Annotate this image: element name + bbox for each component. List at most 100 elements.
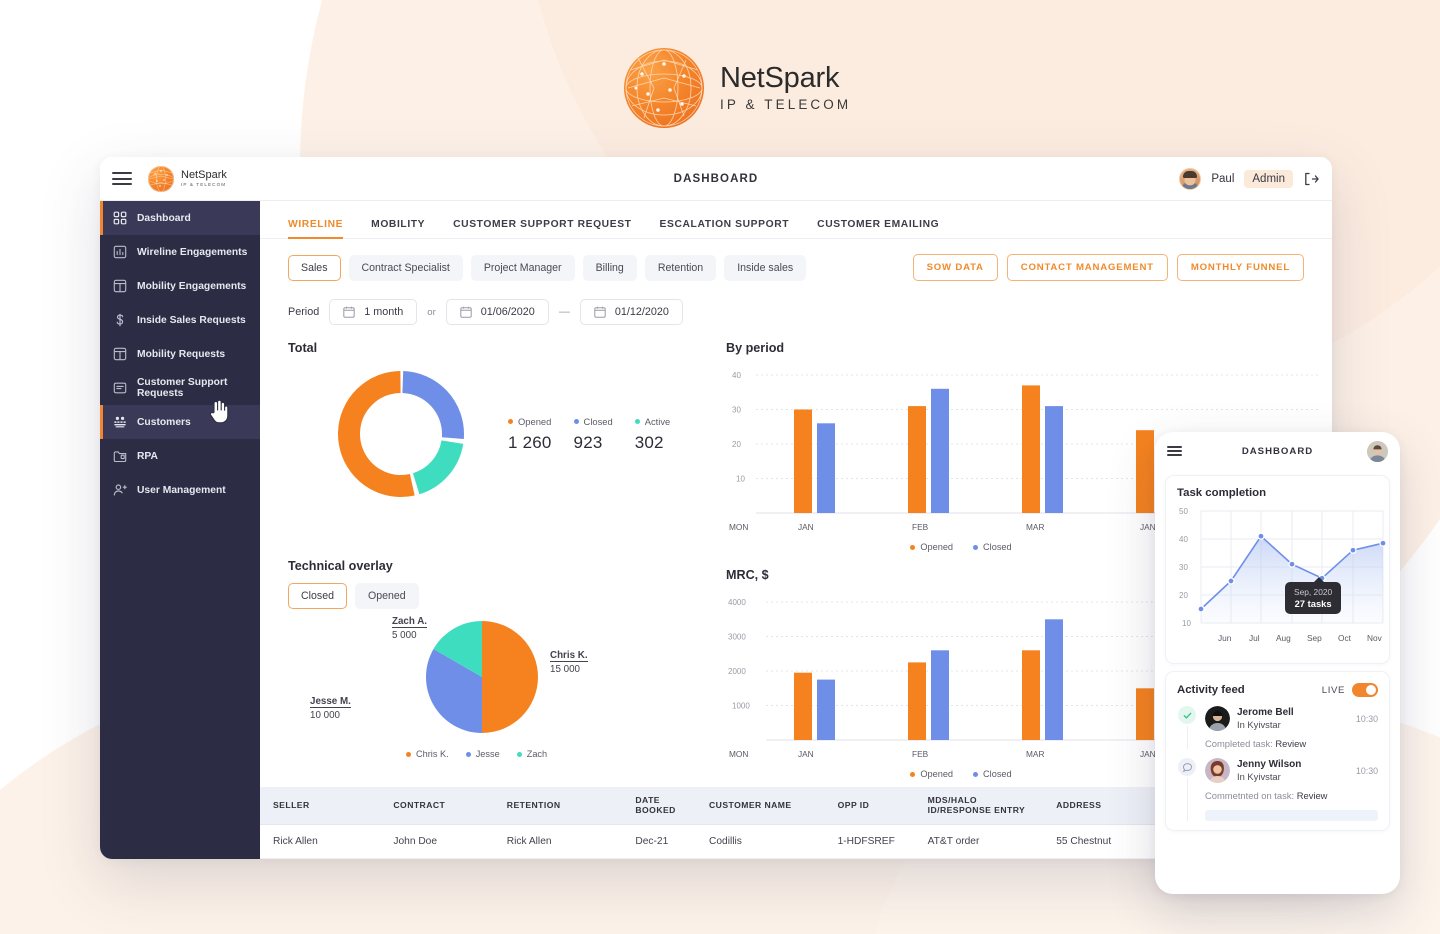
- bar-chart-icon: [113, 245, 127, 259]
- pie-label-jesse: Jesse M. 10 000: [310, 695, 351, 723]
- live-toggle[interactable]: [1352, 683, 1378, 697]
- period-preset-select[interactable]: 1 month: [329, 299, 418, 325]
- svg-text:4000: 4000: [728, 598, 746, 607]
- sidebar-item-label: Customers: [137, 416, 191, 428]
- chip-sales[interactable]: Sales: [288, 254, 341, 281]
- sidebar-item-label: Customer Support Requests: [137, 377, 228, 399]
- date-range-separator: —: [558, 306, 570, 318]
- legend-dot: [973, 544, 979, 550]
- tab-customer-support-request[interactable]: CUSTOMER SUPPORT REQUEST: [453, 219, 631, 238]
- legend-label: Active: [644, 415, 671, 427]
- chip-inside-sales[interactable]: Inside sales: [724, 254, 807, 281]
- col-opp-id[interactable]: OPP ID: [824, 786, 915, 825]
- tab-customer-emailing[interactable]: CUSTOMER EMAILING: [817, 219, 939, 238]
- calendar-icon: [594, 306, 606, 318]
- legend-dot: [573, 418, 579, 424]
- date-from-input[interactable]: 01/06/2020: [445, 299, 549, 325]
- by-period-title: By period: [726, 341, 785, 355]
- legend-opened: Opened: [910, 769, 953, 779]
- activity-item[interactable]: Jenny Wilson In Kyivstar 10:30 Commetnte…: [1177, 758, 1378, 822]
- col-customer-name[interactable]: CUSTOMER NAME: [696, 786, 825, 825]
- pie-label-name: Zach A.: [392, 616, 428, 628]
- robot-folder-icon: [113, 449, 127, 463]
- pie-label-chris: Chris K. 15 000: [550, 649, 588, 677]
- col-mds-halo-id[interactable]: MDS/HALO ID/RESPONSE ENTRY: [914, 786, 1044, 825]
- sidebar-item-customers[interactable]: Customers: [100, 405, 260, 439]
- toggle-opened[interactable]: Opened: [354, 583, 419, 609]
- tab-mobility[interactable]: MOBILITY: [371, 219, 425, 238]
- col-contract[interactable]: CONTRACT: [380, 786, 494, 825]
- chip-contract-specialist[interactable]: Contract Specialist: [348, 254, 463, 281]
- chip-billing[interactable]: Billing: [582, 254, 637, 281]
- activity-rail: [1177, 706, 1197, 750]
- monthly-funnel-button[interactable]: MONTHLY FUNNEL: [1176, 254, 1304, 281]
- sidebar-item-mobility-engagements[interactable]: Mobility Engagements: [100, 269, 260, 303]
- period-or-label: or: [427, 306, 436, 318]
- activity-rail: [1177, 758, 1197, 822]
- cell-customer-name: Codillis: [696, 824, 825, 859]
- sidebar-item-label: Wireline Engagements: [137, 246, 248, 258]
- pie-label-zach: Zach A. 5 000: [392, 615, 428, 643]
- toggle-closed[interactable]: Closed: [288, 583, 347, 609]
- svg-text:Oct: Oct: [1338, 633, 1352, 643]
- activity-body: Jenny Wilson In Kyivstar 10:30 Commetnte…: [1205, 758, 1378, 822]
- app-header: NetSpark IP & TELECOM DASHBOARD Paul Adm…: [100, 157, 1332, 201]
- legend-zach: Zach: [516, 749, 547, 759]
- activity-user-name: Jenny Wilson: [1237, 759, 1302, 771]
- sidebar-item-wireline-engagements[interactable]: Wireline Engagements: [100, 235, 260, 269]
- activity-item[interactable]: Jerome Bell In Kyivstar 10:30 Completed …: [1177, 706, 1378, 750]
- cell-mds-halo-id: AT&T order: [914, 824, 1044, 859]
- contact-management-button[interactable]: CONTACT MANAGEMENT: [1006, 254, 1168, 281]
- sidebar-item-mobility-requests[interactable]: Mobility Requests: [100, 337, 260, 371]
- screenshot-root: NetSpark IP & TELECOM NetSpark IP & TELE…: [0, 0, 1440, 934]
- chart-tooltip: Sep, 2020 27 tasks: [1285, 577, 1342, 614]
- sidebar: Dashboard Wireline Engagements Mobility …: [100, 201, 260, 859]
- activity-action-text: Commetnted on task:: [1205, 790, 1295, 802]
- sidebar-item-dashboard[interactable]: Dashboard: [100, 201, 260, 235]
- date-from-value: 01/06/2020: [480, 306, 535, 318]
- check-circle-icon: [1178, 706, 1196, 724]
- legend-dot: [910, 771, 916, 777]
- task-completion-chart: 50 40 30 20 10 Jun Jul Aug Sep Oct Nov: [1179, 507, 1387, 643]
- activity-time: 10:30: [1355, 713, 1378, 724]
- sidebar-item-inside-sales-requests[interactable]: Inside Sales Requests: [100, 303, 260, 337]
- avatar[interactable]: [1367, 440, 1388, 462]
- tab-wireline[interactable]: WIRELINE: [288, 219, 344, 239]
- col-seller[interactable]: SELLER: [260, 786, 381, 825]
- svg-text:1000: 1000: [732, 702, 750, 711]
- chip-project-manager[interactable]: Project Manager: [470, 254, 575, 281]
- col-date-booked[interactable]: DATE BOOKED: [622, 786, 697, 825]
- svg-text:Aug: Aug: [1276, 633, 1291, 643]
- date-to-input[interactable]: 01/12/2020: [579, 299, 683, 325]
- task-completion-title: Task completion: [1177, 487, 1267, 499]
- mrc-legend: Opened Closed: [726, 769, 1196, 779]
- svg-text:JAN: JAN: [1140, 522, 1156, 532]
- sidebar-item-rpa[interactable]: RPA: [100, 439, 260, 473]
- col-retention[interactable]: RETENTION: [493, 786, 623, 825]
- svg-text:MON: MON: [729, 522, 748, 532]
- sidebar-item-user-management[interactable]: User Management: [100, 473, 260, 507]
- svg-text:30: 30: [1179, 563, 1188, 572]
- avatar: [1205, 706, 1230, 732]
- activity-feed-title: Activity feed: [1177, 684, 1245, 696]
- legend-active: Active 302: [634, 415, 671, 453]
- app-window: NetSpark IP & TELECOM DASHBOARD Paul Adm…: [100, 157, 1332, 859]
- activity-target[interactable]: Review: [1275, 738, 1306, 749]
- col-address[interactable]: ADDRESS: [1043, 786, 1171, 825]
- sidebar-item-label: Mobility Requests: [137, 348, 226, 360]
- tab-bar: WIRELINE MOBILITY CUSTOMER SUPPORT REQUE…: [260, 201, 1332, 239]
- cell-opp-id: 1-HDFSREF: [824, 824, 915, 859]
- activity-target[interactable]: Review: [1297, 790, 1328, 801]
- legend-closed: Closed 923: [573, 416, 613, 453]
- sidebar-item-customer-support-requests[interactable]: Customer Support Requests: [100, 371, 260, 405]
- svg-text:JAN: JAN: [1140, 749, 1156, 759]
- tab-escalation-support[interactable]: ESCALATION SUPPORT: [660, 219, 790, 238]
- total-donut-chart: Opened 1 260 Closed 923 Active 302: [288, 367, 726, 501]
- chip-retention[interactable]: Retention: [644, 254, 717, 281]
- activity-action: Commetnted on task: Review: [1205, 790, 1378, 801]
- avatar[interactable]: [1179, 167, 1202, 190]
- svg-text:40: 40: [732, 371, 741, 380]
- sow-data-button[interactable]: SOW DATA: [912, 254, 998, 281]
- pie-svg: [425, 621, 538, 733]
- brand-logo: NetSpark IP & TELECOM: [624, 48, 851, 128]
